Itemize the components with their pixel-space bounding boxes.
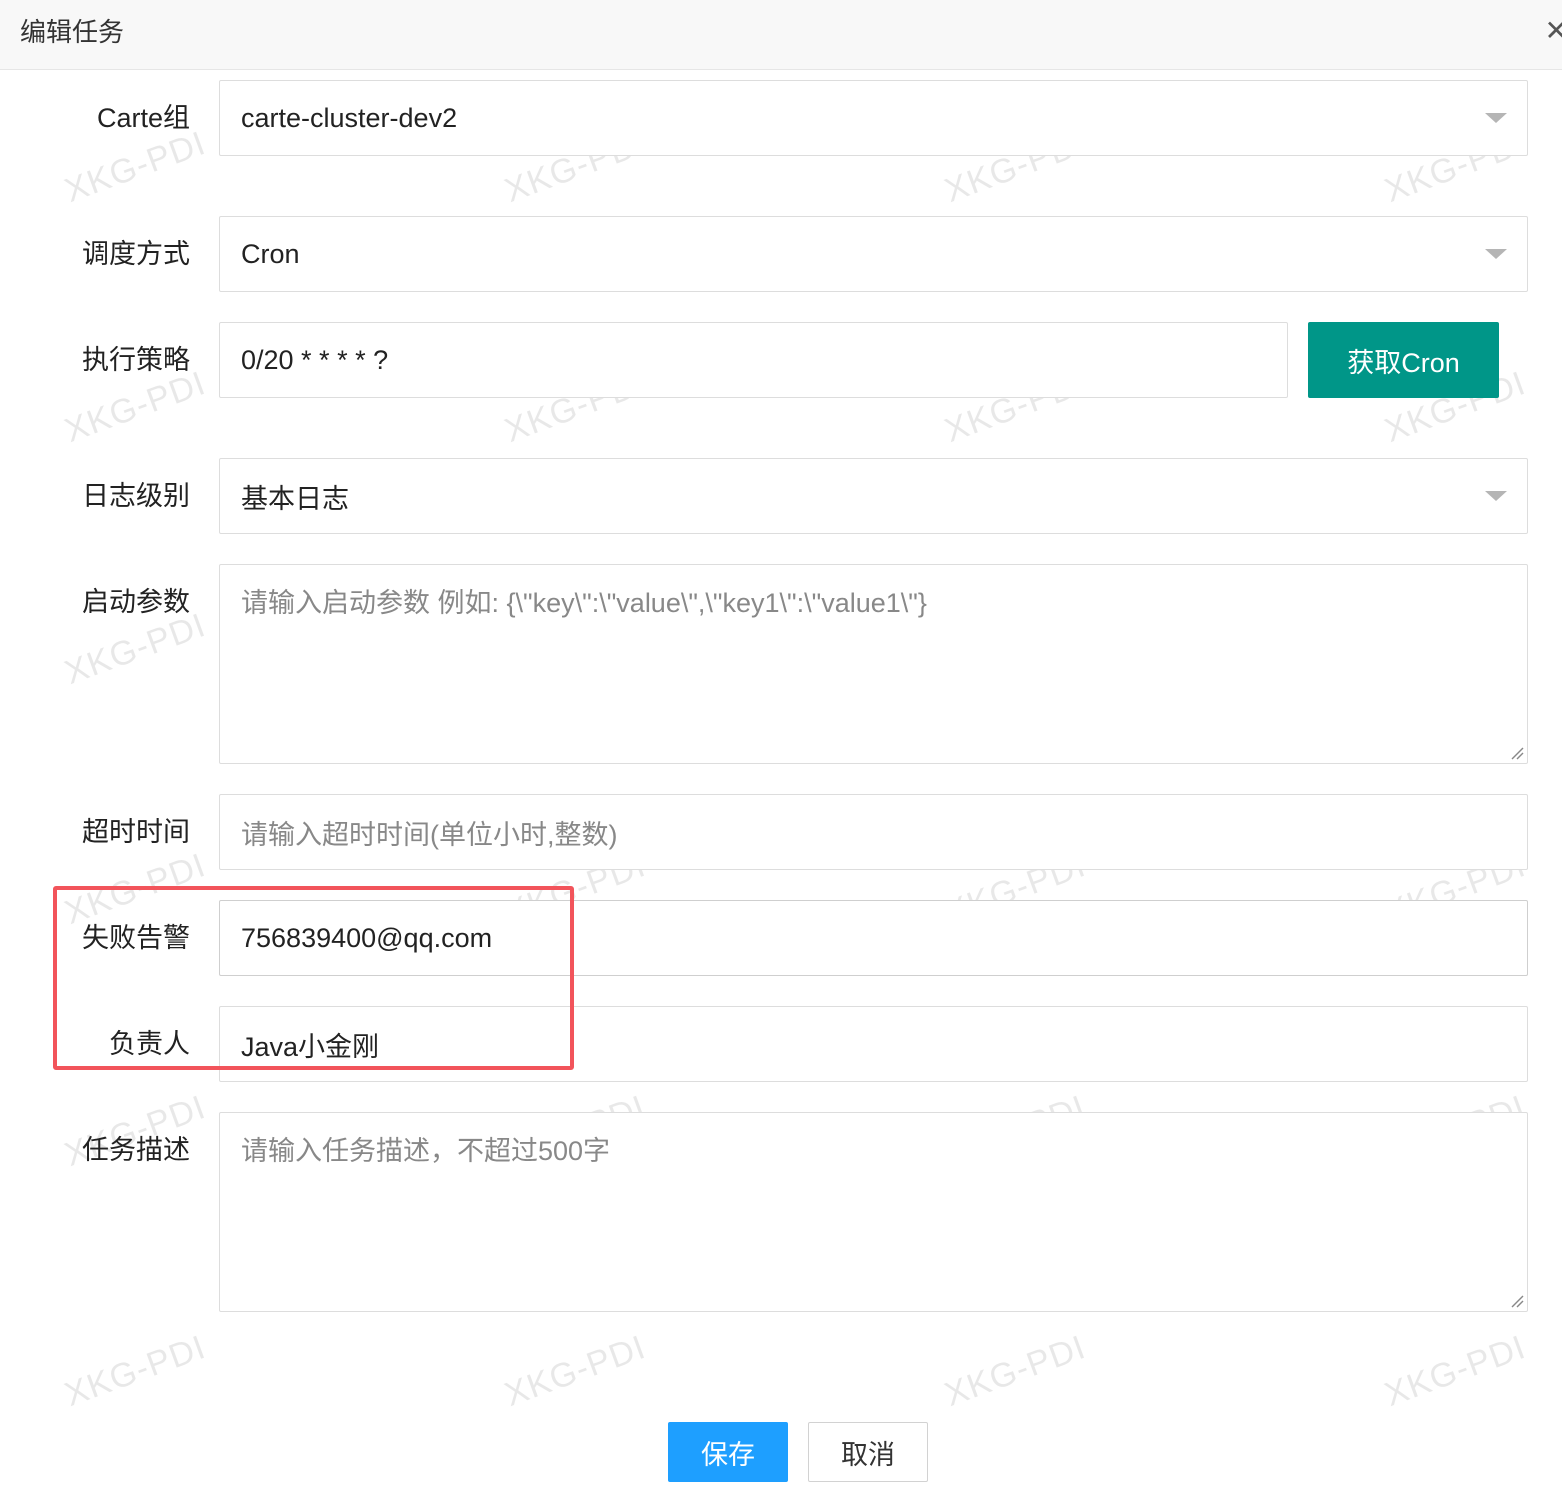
watermark-text: XKG-PDI bbox=[1379, 1328, 1531, 1414]
carte-group-label: Carte组 bbox=[96, 103, 190, 133]
chevron-down-icon bbox=[1485, 491, 1507, 501]
watermark-text: XKG-PDI bbox=[939, 1328, 1091, 1414]
fail-alert-value: 756839400@qq.com bbox=[241, 922, 493, 953]
fail-alert-label: 失败告警 bbox=[82, 923, 190, 953]
fail-alert-input[interactable]: 756839400@qq.com bbox=[219, 900, 1528, 976]
log-level-value: 基本日志 bbox=[241, 483, 349, 514]
watermark-text: XKG-PDI bbox=[59, 606, 211, 692]
log-level-label: 日志级别 bbox=[82, 481, 190, 511]
schedule-mode-select[interactable]: Cron bbox=[219, 216, 1528, 292]
owner-label: 负责人 bbox=[109, 1029, 190, 1059]
strategy-label: 执行策略 bbox=[82, 345, 190, 375]
owner-input[interactable]: Java小金刚 bbox=[219, 1006, 1528, 1082]
start-params-placeholder: 请输入启动参数 例如: {\"key\":\"value\",\"key1\":… bbox=[241, 588, 927, 618]
description-label: 任务描述 bbox=[82, 1135, 190, 1165]
resize-handle-icon[interactable] bbox=[1510, 1294, 1524, 1308]
watermark-text: XKG-PDI bbox=[59, 124, 211, 210]
watermark-text: XKG-PDI bbox=[59, 846, 211, 932]
log-level-select[interactable]: 基本日志 bbox=[219, 458, 1528, 534]
dialog-title: 编辑任务 bbox=[20, 17, 125, 47]
timeout-label: 超时时间 bbox=[82, 817, 190, 847]
dialog-titlebar: 编辑任务 ✕ bbox=[0, 0, 1562, 70]
description-placeholder: 请输入任务描述，不超过500字 bbox=[241, 1136, 611, 1166]
strategy-value: 0/20 * * * * ? bbox=[241, 344, 389, 375]
carte-group-value: carte-cluster-dev2 bbox=[241, 102, 458, 133]
carte-group-select[interactable]: carte-cluster-dev2 bbox=[219, 80, 1528, 156]
start-params-label: 启动参数 bbox=[82, 587, 190, 617]
close-icon[interactable]: ✕ bbox=[1545, 14, 1562, 47]
timeout-input[interactable]: 请输入超时时间(单位小时,整数) bbox=[219, 794, 1528, 870]
watermark-text: XKG-PDI bbox=[499, 1328, 651, 1414]
watermark-text: XKG-PDI bbox=[59, 1328, 211, 1414]
watermark-text: XKG-PDI bbox=[59, 364, 211, 450]
save-button[interactable]: 保存 bbox=[668, 1422, 788, 1482]
schedule-mode-label: 调度方式 bbox=[82, 239, 190, 269]
get-cron-button[interactable]: 获取Cron bbox=[1308, 322, 1499, 398]
description-textarea[interactable]: 请输入任务描述，不超过500字 bbox=[219, 1112, 1528, 1312]
chevron-down-icon bbox=[1485, 249, 1507, 259]
resize-handle-icon[interactable] bbox=[1510, 746, 1524, 760]
start-params-textarea[interactable]: 请输入启动参数 例如: {\"key\":\"value\",\"key1\":… bbox=[219, 564, 1528, 764]
strategy-input[interactable]: 0/20 * * * * ? bbox=[219, 322, 1288, 398]
owner-value: Java小金刚 bbox=[241, 1031, 380, 1062]
cancel-button[interactable]: 取消 bbox=[808, 1422, 928, 1482]
chevron-down-icon bbox=[1485, 113, 1507, 123]
schedule-mode-value: Cron bbox=[241, 238, 300, 269]
timeout-placeholder: 请输入超时时间(单位小时,整数) bbox=[241, 819, 618, 850]
